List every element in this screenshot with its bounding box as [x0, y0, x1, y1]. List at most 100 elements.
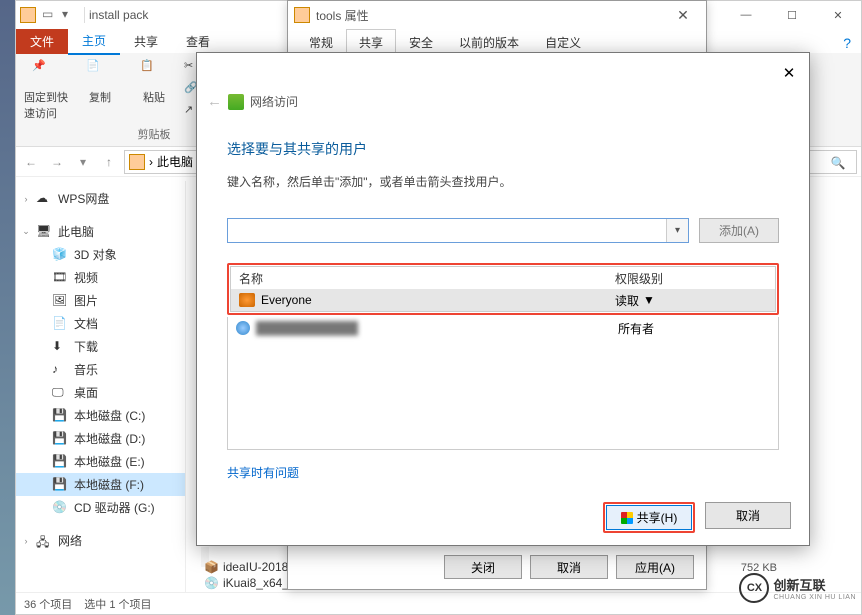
shield-icon	[621, 512, 633, 524]
perm-dropdown-icon[interactable]: ▼	[643, 293, 655, 307]
col-perm[interactable]: 权限级别	[615, 270, 775, 287]
qat-dropdown-icon[interactable]: ▾	[62, 7, 78, 23]
cloud-icon: ☁	[36, 191, 52, 207]
cube-icon: 🧊	[52, 247, 68, 263]
desktop-icon: 🖵	[52, 385, 68, 401]
folder-icon	[294, 7, 310, 23]
music-icon: ♪	[52, 362, 68, 378]
share-heading: 选择要与其共享的用户	[227, 139, 779, 159]
nav-back-button[interactable]: ←	[20, 151, 42, 173]
status-selected: 选中 1 个项目	[84, 596, 151, 612]
sidebar-documents[interactable]: 📄文档	[16, 312, 185, 335]
props-cancel-btn[interactable]: 取消	[530, 555, 608, 579]
address-text[interactable]: 此电脑	[157, 153, 193, 170]
maximize-button[interactable]: ☐	[769, 1, 815, 29]
props-close-btn[interactable]: 关闭	[444, 555, 522, 579]
share-breadcrumb: ← 网络访问	[207, 93, 298, 110]
props-tab-share[interactable]: 共享	[346, 29, 396, 53]
combobox-dropdown-icon[interactable]: ▾	[666, 219, 688, 242]
ribbon-tab-home[interactable]: 主页	[68, 28, 120, 55]
sidebar-pictures[interactable]: 🖼图片	[16, 289, 185, 312]
qat-save-icon[interactable]: ▭	[42, 7, 58, 23]
sidebar-wps[interactable]: ›☁WPS网盘	[16, 187, 185, 210]
sidebar-desktop[interactable]: 🖵桌面	[16, 381, 185, 404]
user-input[interactable]	[228, 219, 664, 242]
share-button[interactable]: 共享(H)	[606, 505, 692, 530]
desktop-edge	[0, 0, 15, 615]
ribbon-paste-label: 粘贴	[143, 89, 165, 105]
share-subtext: 键入名称，然后单击"添加"，或者单击箭头查找用户。	[227, 173, 779, 190]
file-row[interactable]: 📦ideaIU-2018.2	[204, 560, 298, 574]
nav-recent-dropdown[interactable]: ▾	[72, 151, 94, 173]
sidebar-drive-e[interactable]: 💾本地磁盘 (E:)	[16, 450, 185, 473]
add-button[interactable]: 添加(A)	[699, 218, 779, 243]
props-tab-previous[interactable]: 以前的版本	[446, 29, 532, 53]
cd-icon: 💿	[52, 500, 68, 516]
search-icon[interactable]: 🔍	[823, 151, 853, 175]
sidebar-drive-g[interactable]: 💿CD 驱动器 (G:)	[16, 496, 185, 519]
ribbon-tab-view[interactable]: 查看	[172, 29, 224, 54]
props-tab-general[interactable]: 常规	[296, 29, 346, 53]
separator	[84, 7, 85, 23]
sidebar-downloads[interactable]: ⬇下载	[16, 335, 185, 358]
close-button[interactable]: ✕	[815, 1, 861, 29]
user-row-everyone[interactable]: Everyone 读取▼	[231, 289, 775, 311]
file-icon: 💿	[204, 576, 219, 590]
help-icon[interactable]: ?	[843, 35, 851, 51]
people-icon	[228, 94, 244, 110]
user-list: 名称 权限级别 Everyone 读取▼	[230, 266, 776, 312]
user-name-blurred: ████████████	[256, 321, 358, 335]
properties-buttons: 关闭 取消 应用(A)	[444, 555, 694, 579]
properties-title: tools 属性	[316, 7, 369, 24]
monitor-icon: 🖥	[36, 224, 52, 240]
trouble-link[interactable]: 共享时有问题	[227, 464, 299, 481]
sidebar-drive-d[interactable]: 💾本地磁盘 (D:)	[16, 427, 185, 450]
window-title: install pack	[89, 8, 148, 22]
sidebar-videos[interactable]: 🎞视频	[16, 266, 185, 289]
sidebar-drive-c[interactable]: 💾本地磁盘 (C:)	[16, 404, 185, 427]
sidebar-3dobjects[interactable]: 🧊3D 对象	[16, 243, 185, 266]
highlight-frame: 共享(H)	[603, 502, 695, 533]
user-row-owner[interactable]: ████████████ 所有者	[228, 317, 778, 339]
user-combobox[interactable]: ▾	[227, 218, 689, 243]
sidebar-music[interactable]: ♪音乐	[16, 358, 185, 381]
col-name[interactable]: 名称	[231, 270, 615, 287]
highlight-frame: 名称 权限级别 Everyone 读取▼	[227, 263, 779, 315]
share-footer: 共享(H) 取消	[603, 502, 791, 533]
ribbon-copy-label: 复制	[89, 89, 111, 105]
props-tab-custom[interactable]: 自定义	[532, 29, 594, 53]
back-arrow-icon[interactable]: ←	[207, 93, 222, 110]
minimize-button[interactable]: —	[723, 1, 769, 29]
ribbon-paste-button[interactable]: 📋 粘贴	[130, 57, 178, 105]
ribbon-pin-button[interactable]: 📌 固定到快 速访问	[22, 57, 70, 121]
share-content: 选择要与其共享的用户 键入名称，然后单击"添加"，或者单击箭头查找用户。 ▾ 添…	[227, 139, 779, 491]
sidebar-network[interactable]: ›🖧网络	[16, 529, 185, 552]
video-icon: 🎞	[52, 270, 68, 286]
watermark-brand: 创新互联	[773, 578, 825, 593]
nav-forward-button[interactable]: →	[46, 151, 68, 173]
properties-close-button[interactable]: ✕	[660, 1, 706, 29]
properties-tabs: 常规 共享 安全 以前的版本 自定义	[296, 29, 698, 53]
ribbon-tab-share[interactable]: 共享	[120, 29, 172, 54]
user-list-continued: ████████████ 所有者	[227, 317, 779, 450]
ribbon-tab-file[interactable]: 文件	[16, 29, 68, 54]
user-icon	[236, 321, 250, 335]
group-icon	[239, 293, 255, 307]
ribbon-copy-button[interactable]: 📄 复制	[76, 57, 124, 105]
user-list-empty-area	[228, 339, 778, 449]
paste-icon: 📋	[140, 59, 168, 87]
cancel-button[interactable]: 取消	[705, 502, 791, 529]
watermark: CX 创新互联 CHUANG XIN HU LIAN	[739, 573, 856, 603]
share-close-button[interactable]: ✕	[775, 59, 803, 87]
nav-up-button[interactable]: ↑	[98, 151, 120, 173]
sidebar-drive-f[interactable]: 💾本地磁盘 (F:)	[16, 473, 185, 496]
drive-icon: 💾	[52, 431, 68, 447]
cut-icon: ✂	[184, 59, 193, 72]
share-breadcrumb-text: 网络访问	[250, 93, 298, 110]
drive-icon: 💾	[52, 408, 68, 424]
status-count: 36 个项目	[24, 596, 72, 612]
download-icon: ⬇	[52, 339, 68, 355]
sidebar-thispc[interactable]: ⌄🖥此电脑	[16, 220, 185, 243]
props-tab-security[interactable]: 安全	[396, 29, 446, 53]
props-apply-btn[interactable]: 应用(A)	[616, 555, 694, 579]
